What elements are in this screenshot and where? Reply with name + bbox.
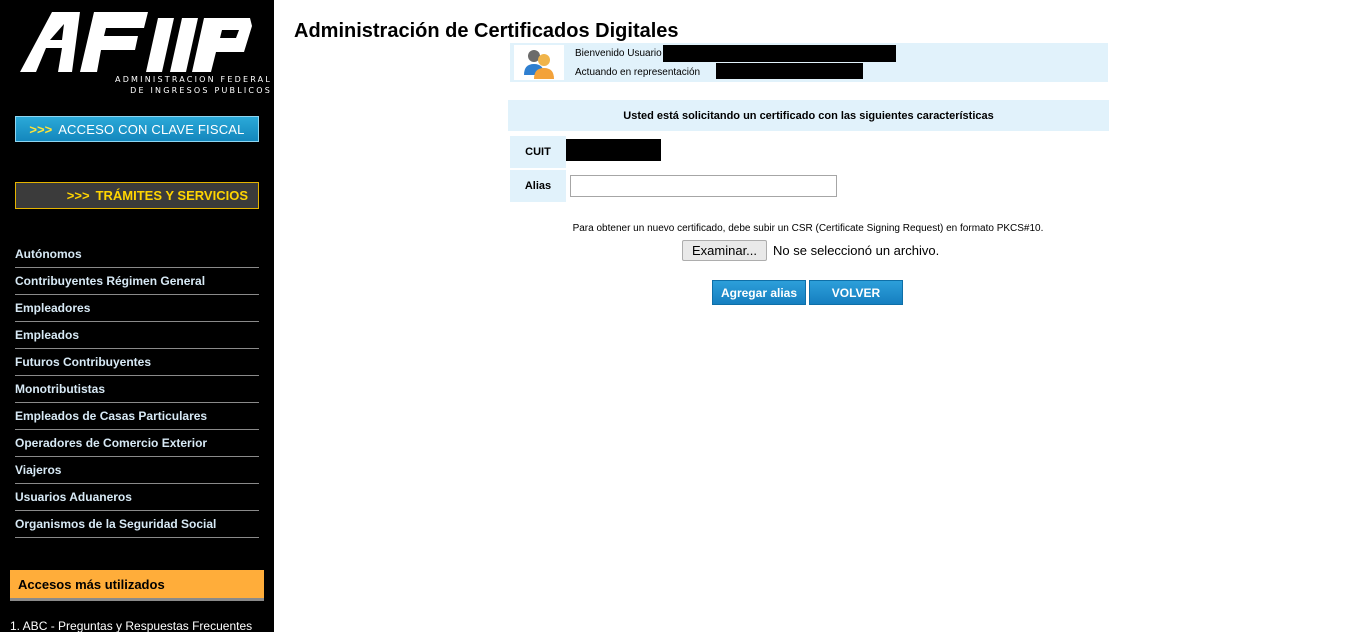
logo-subtitle: ADMINISTRACION FEDERAL DE INGRESOS PUBLI… <box>80 74 272 96</box>
alias-label: Alias <box>510 170 566 202</box>
arrows-icon: >>> <box>66 188 90 203</box>
afip-logo[interactable]: ADMINISTRACION FEDERAL DE INGRESOS PUBLI… <box>20 12 270 98</box>
welcome-text: Bienvenido Usuario <box>575 48 662 59</box>
cuit-label-text: CUIT <box>525 146 551 158</box>
nav-item: Futuros Contribuyentes <box>15 349 259 376</box>
nav-link-operadores-comercio-exterior[interactable]: Operadores de Comercio Exterior <box>15 436 207 450</box>
nav-link-empleados[interactable]: Empleados <box>15 328 79 342</box>
back-button[interactable]: VOLVER <box>809 280 903 305</box>
nav-item: Monotributistas <box>15 376 259 403</box>
logo-subtitle-line2: DE INGRESOS PUBLICOS <box>130 86 272 95</box>
cuit-label: CUIT <box>510 136 566 168</box>
nav-link-empleadores[interactable]: Empleadores <box>15 301 90 315</box>
alias-input[interactable] <box>570 175 837 197</box>
csr-instructions: Para obtener un nuevo certificado, debe … <box>572 223 1044 234</box>
nav-item: Operadores de Comercio Exterior <box>15 430 259 457</box>
logo-subtitle-line1: ADMINISTRACION FEDERAL <box>115 75 272 84</box>
accesos-header: Accesos más utilizados <box>10 570 264 601</box>
sidebar-nav: Autónomos Contribuyentes Régimen General… <box>15 241 259 538</box>
nav-link-contribuyentes-regimen-general[interactable]: Contribuyentes Régimen General <box>15 274 205 288</box>
acting-text: Actuando en representación <box>575 67 701 78</box>
sidebar: ADMINISTRACION FEDERAL DE INGRESOS PUBLI… <box>0 0 274 632</box>
nav-item: Contribuyentes Régimen General <box>15 268 259 295</box>
user-info-box: Bienvenido Usuario Actuando en represent… <box>510 43 1108 82</box>
browse-file-button[interactable]: Examinar... <box>682 240 767 261</box>
clave-fiscal-button[interactable]: >>> ACCESO CON CLAVE FISCAL <box>15 116 259 142</box>
users-avatar-icon <box>514 45 564 80</box>
nav-link-autonomos[interactable]: Autónomos <box>15 247 82 261</box>
tramites-servicios-button[interactable]: >>> TRÁMITES Y SERVICIOS <box>15 182 259 209</box>
afip-logo-mark <box>20 12 252 72</box>
nav-link-organismos-seguridad-social[interactable]: Organismos de la Seguridad Social <box>15 517 216 531</box>
request-info-bar: Usted está solicitando un certificado co… <box>508 100 1109 131</box>
file-status-text: No se seleccionó un archivo. <box>773 243 940 258</box>
nav-item: Empleadores <box>15 295 259 322</box>
nav-link-monotributistas[interactable]: Monotributistas <box>15 382 105 396</box>
nav-item: Organismos de la Seguridad Social <box>15 511 259 538</box>
nav-item: Empleados de Casas Particulares <box>15 403 259 430</box>
nav-item: Usuarios Aduaneros <box>15 484 259 511</box>
tramites-servicios-label: TRÁMITES Y SERVICIOS <box>95 188 248 203</box>
alias-label-text: Alias <box>524 180 552 192</box>
accesos-title: Accesos más utilizados <box>18 577 165 592</box>
page-title: Administración de Certificados Digitales <box>294 20 679 42</box>
nav-link-viajeros[interactable]: Viajeros <box>15 463 61 477</box>
redacted-username <box>663 45 896 62</box>
request-info-text: Usted está solicitando un certificado co… <box>623 109 994 122</box>
nav-link-futuros-contribuyentes[interactable]: Futuros Contribuyentes <box>15 355 151 369</box>
arrows-icon: >>> <box>29 121 53 137</box>
nav-link-empleados-casas-particulares[interactable]: Empleados de Casas Particulares <box>15 409 207 423</box>
nav-link-usuarios-aduaneros[interactable]: Usuarios Aduaneros <box>15 490 132 504</box>
redacted-representation <box>716 63 863 79</box>
nav-item: Empleados <box>15 322 259 349</box>
add-alias-button[interactable]: Agregar alias <box>712 280 806 305</box>
clave-fiscal-label: ACCESO CON CLAVE FISCAL <box>58 121 245 137</box>
faq-link[interactable]: 1. ABC - Preguntas y Respuestas Frecuent… <box>10 619 252 632</box>
nav-item: Autónomos <box>15 241 259 268</box>
redacted-cuit <box>566 139 661 161</box>
nav-item: Viajeros <box>15 457 259 484</box>
